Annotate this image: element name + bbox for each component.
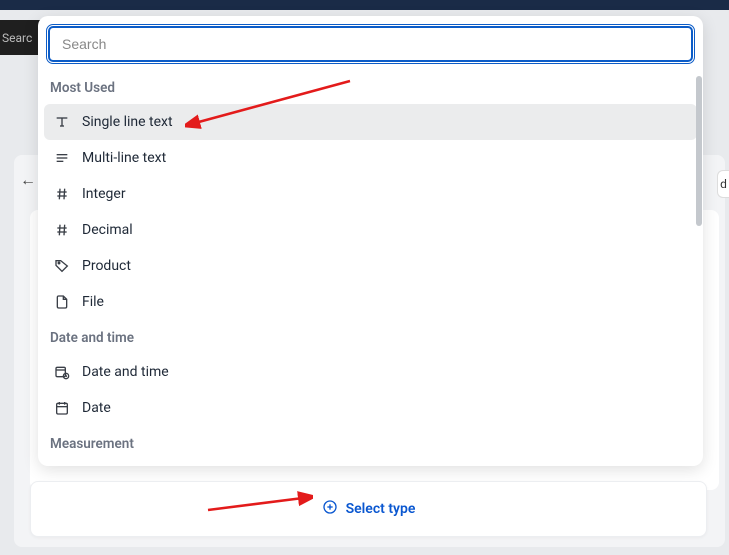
hash-icon xyxy=(54,222,70,238)
bg-right-stub-button: d xyxy=(717,170,729,198)
hash-icon xyxy=(54,186,70,202)
scrollbar-thumb[interactable] xyxy=(696,76,702,226)
group-header: Date and time xyxy=(44,320,697,354)
group-header: Most Used xyxy=(44,70,697,104)
file-icon xyxy=(54,294,70,310)
bg-search-fragment: Searc xyxy=(0,20,40,55)
type-option[interactable]: Date and time xyxy=(44,354,697,390)
text-icon xyxy=(54,114,70,130)
search-wrap xyxy=(38,16,703,70)
type-option-label: Multi-line text xyxy=(82,150,166,166)
type-option-label: Decimal xyxy=(82,222,133,238)
type-option[interactable]: Date xyxy=(44,390,697,426)
select-type-card: Select type xyxy=(30,481,707,537)
group-header: Measurement xyxy=(44,426,697,460)
type-option[interactable]: Single line text xyxy=(44,104,697,140)
type-option-label: Date xyxy=(82,400,111,416)
back-arrow-icon[interactable]: ← xyxy=(20,170,36,190)
calendar-clock-icon xyxy=(54,364,70,380)
plus-circle-icon xyxy=(322,499,338,519)
search-input[interactable] xyxy=(48,26,693,62)
type-option-label: Integer xyxy=(82,186,126,202)
type-option-label: Single line text xyxy=(82,114,173,130)
select-type-label: Select type xyxy=(346,501,416,517)
type-list-scroll[interactable]: Most Used Single line text Multi-line text… xyxy=(38,70,703,466)
type-option[interactable]: Product xyxy=(44,248,697,284)
type-dropdown-panel: Most Used Single line text Multi-line text… xyxy=(38,16,703,466)
calendar-icon xyxy=(54,400,70,416)
type-option[interactable]: Integer xyxy=(44,176,697,212)
tag-icon xyxy=(54,258,70,274)
app-top-bar xyxy=(0,0,729,10)
lines-icon xyxy=(54,150,70,166)
type-option[interactable]: File xyxy=(44,284,697,320)
type-option-label: File xyxy=(82,294,104,310)
type-option[interactable]: Multi-line text xyxy=(44,140,697,176)
type-option-label: Product xyxy=(82,258,131,274)
type-option-label: Date and time xyxy=(82,364,169,380)
select-type-button[interactable]: Select type xyxy=(322,499,416,519)
type-option[interactable]: Decimal xyxy=(44,212,697,248)
